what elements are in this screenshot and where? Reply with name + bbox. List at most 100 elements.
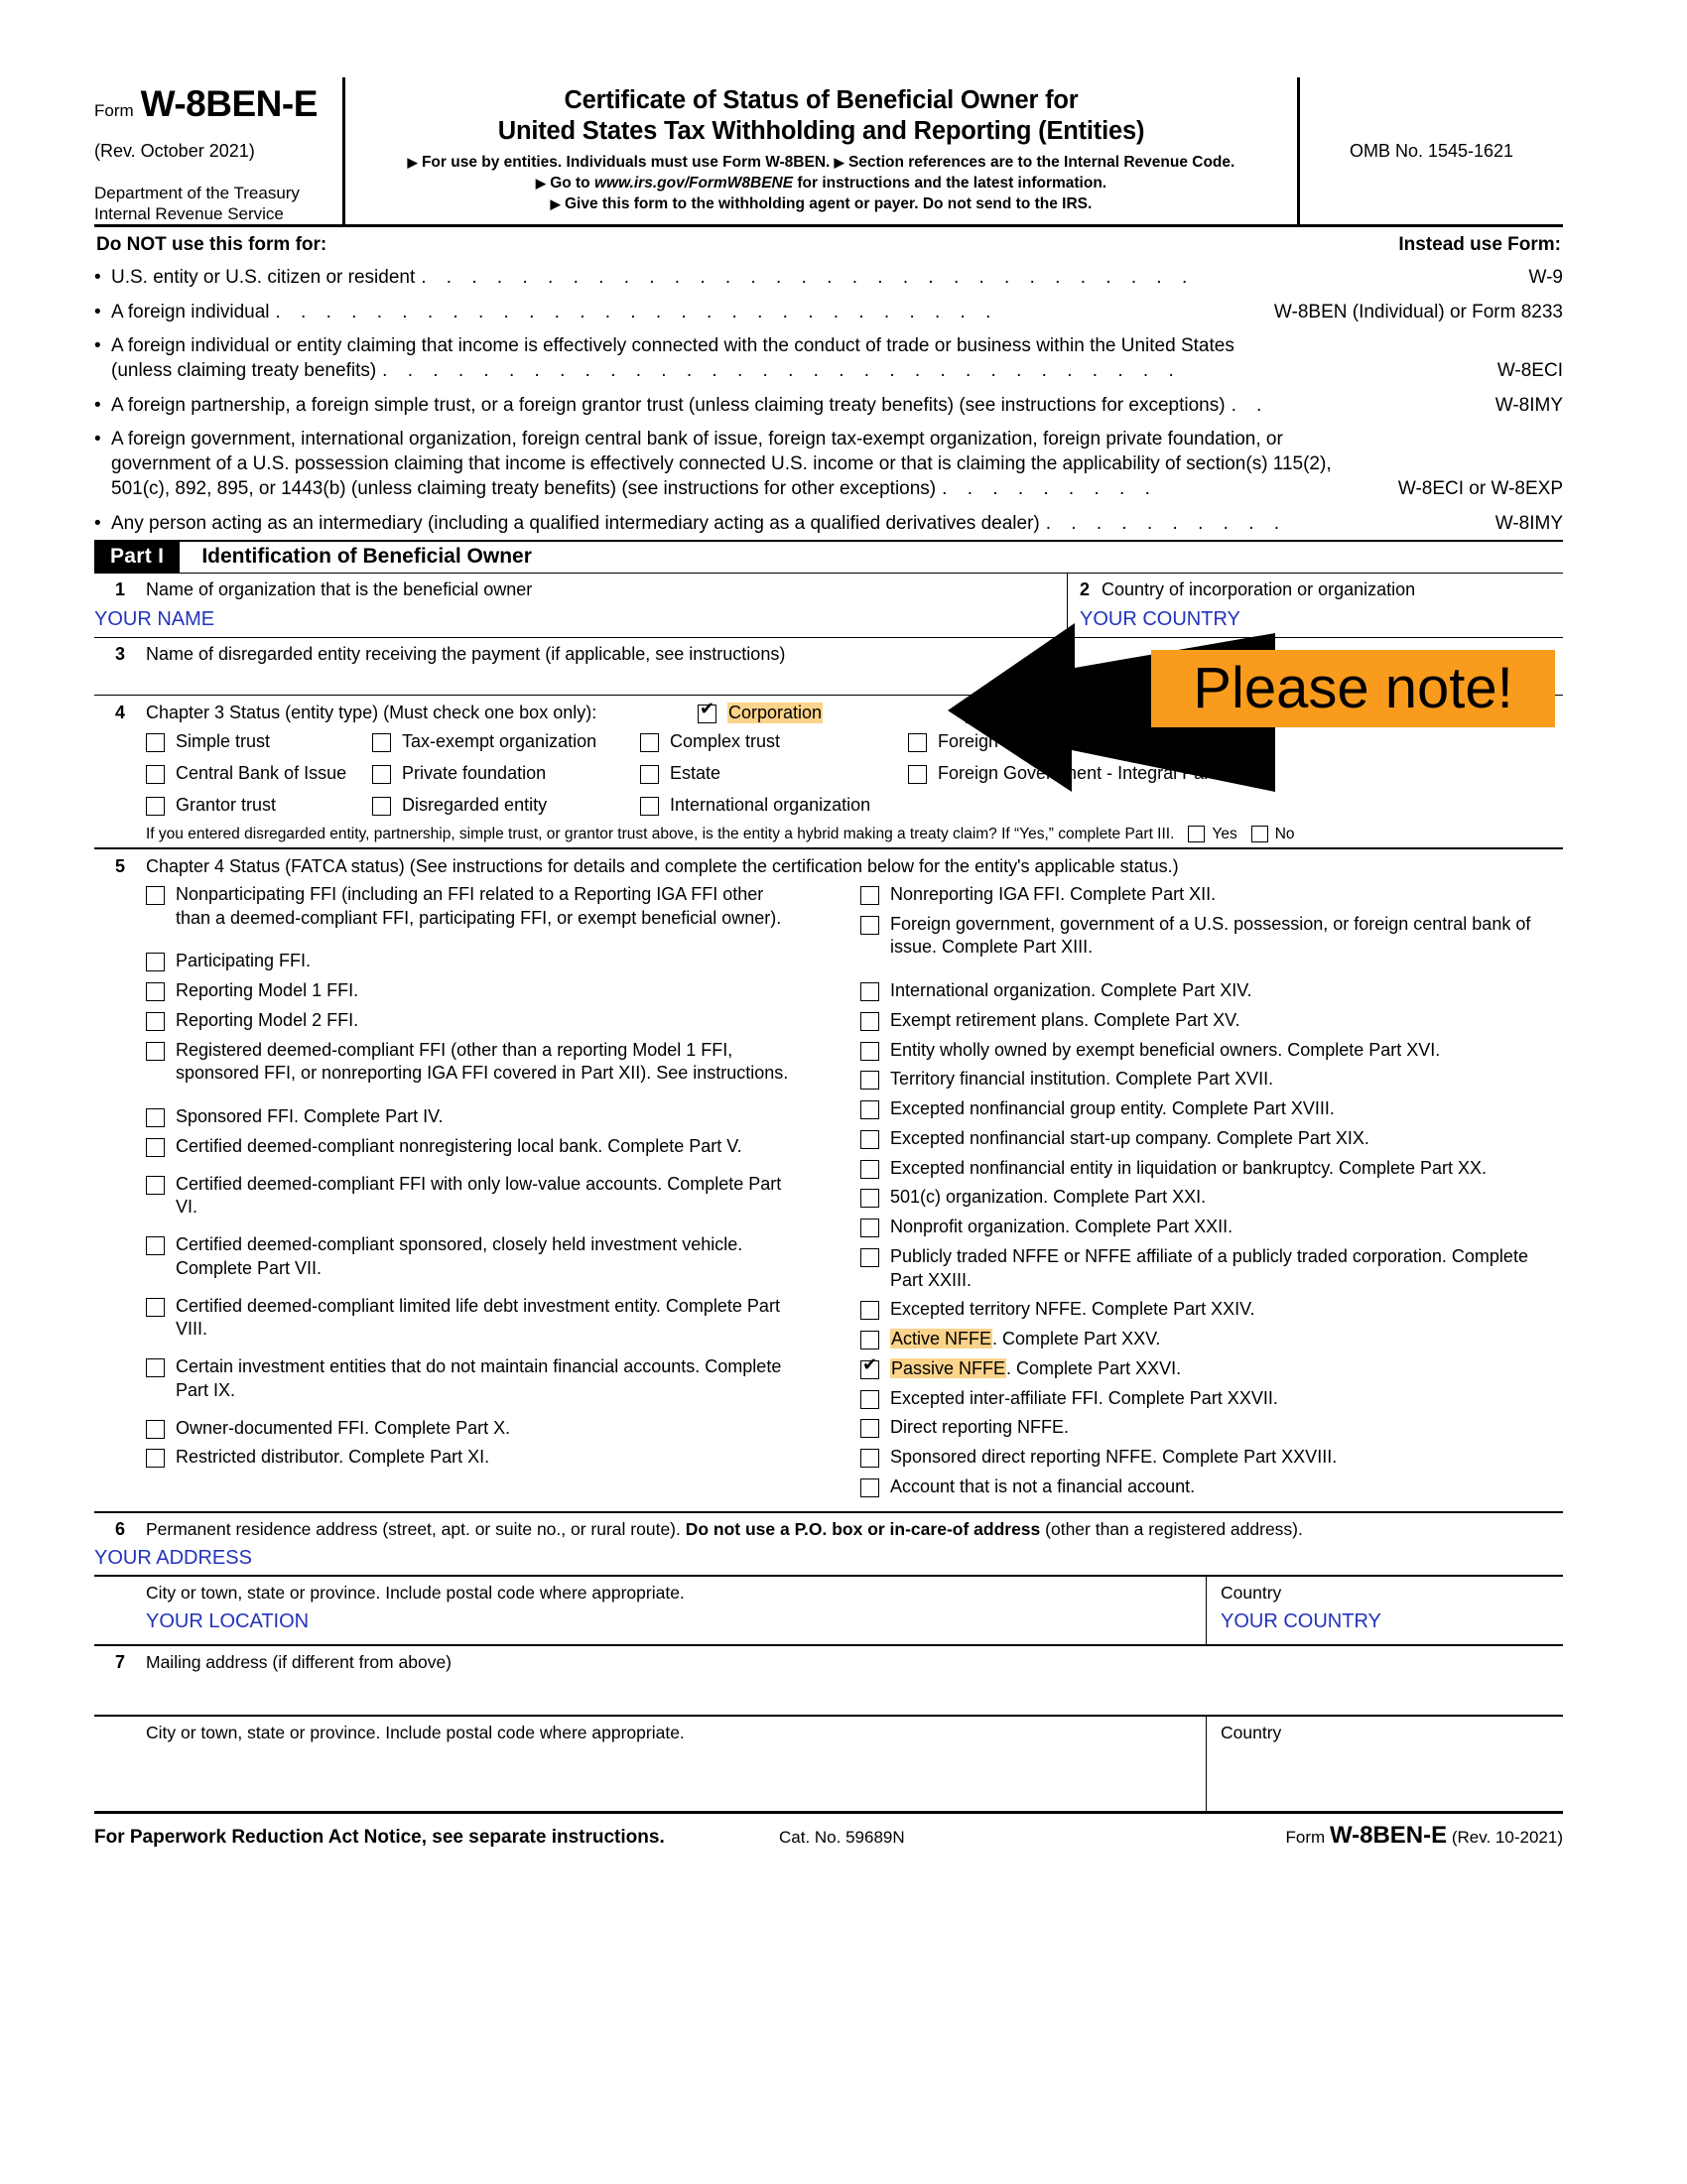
- city-value[interactable]: YOUR LOCATION: [146, 1604, 1206, 1638]
- checkbox-disregarded-entity[interactable]: Disregarded entity: [372, 795, 640, 816]
- country-value[interactable]: YOUR COUNTRY: [1221, 1604, 1563, 1638]
- checkbox-icon[interactable]: [908, 732, 927, 752]
- checkbox-icon[interactable]: [146, 1419, 165, 1439]
- checkbox-icon[interactable]: [860, 1100, 879, 1120]
- checkbox-passive-nffe[interactable]: Passive NFFE. Complete Part XXVI.: [860, 1355, 1563, 1381]
- checkbox-icon[interactable]: [908, 764, 927, 784]
- irs-url-link[interactable]: www.irs.gov/FormW8BENE: [594, 175, 793, 192]
- city-value[interactable]: [146, 1743, 1206, 1805]
- checkbox-icon[interactable]: [860, 982, 879, 1002]
- checkbox-icon[interactable]: [860, 1355, 879, 1379]
- checkbox-icon[interactable]: [640, 764, 659, 784]
- checkbox-publicly-traded-nffe[interactable]: Publicly traded NFFE or NFFE affiliate o…: [860, 1245, 1563, 1293]
- mailing-address-value[interactable]: [94, 1673, 1563, 1715]
- checkbox-certain-investment-entities[interactable]: Certain investment entities that do not …: [146, 1355, 789, 1403]
- checkbox-icon[interactable]: [860, 1129, 879, 1149]
- field-line-1[interactable]: 1 Name of organization that is the benefi…: [94, 574, 1067, 637]
- checkbox-estate[interactable]: Estate: [640, 763, 908, 784]
- country-value[interactable]: [1221, 1743, 1563, 1805]
- checkbox-excepted-nonfinancial-startup[interactable]: Excepted nonfinancial start-up company. …: [860, 1127, 1563, 1151]
- checkbox-participating-ffi[interactable]: Participating FFI.: [146, 950, 789, 973]
- checkbox-icon[interactable]: [860, 1011, 879, 1031]
- checkbox-icon[interactable]: [146, 732, 165, 752]
- checkbox-direct-reporting-nffe[interactable]: Direct reporting NFFE.: [860, 1416, 1563, 1440]
- checkbox-icon[interactable]: [860, 1189, 879, 1209]
- checkbox-grantor-trust[interactable]: Grantor trust: [146, 795, 372, 816]
- checkbox-icon[interactable]: [372, 796, 391, 816]
- checkbox-icon[interactable]: [146, 1297, 165, 1317]
- checkbox-excepted-territory-nffe[interactable]: Excepted territory NFFE. Complete Part X…: [860, 1298, 1563, 1322]
- checkbox-icon[interactable]: [146, 1137, 165, 1157]
- checkbox-icon[interactable]: [372, 764, 391, 784]
- checkbox-international-organization[interactable]: International organization: [640, 795, 908, 816]
- checkbox-entity-wholly-owned-exempt[interactable]: Entity wholly owned by exempt beneficial…: [860, 1039, 1563, 1063]
- checkbox-active-nffe[interactable]: Active NFFE. Complete Part XXV.: [860, 1328, 1563, 1351]
- checkbox-icon[interactable]: [640, 796, 659, 816]
- checkbox-icon[interactable]: [860, 1247, 879, 1267]
- checkbox-icon[interactable]: [640, 732, 659, 752]
- checkbox-icon[interactable]: [146, 885, 165, 905]
- checkbox-tax-exempt-organization[interactable]: Tax-exempt organization: [372, 731, 640, 752]
- checkbox-icon[interactable]: [860, 1041, 879, 1061]
- checkbox-nonparticipating-ffi[interactable]: Nonparticipating FFI (including an FFI r…: [146, 883, 789, 931]
- field-line-7[interactable]: 7 Mailing address (if different from abov…: [94, 1646, 1563, 1715]
- checkbox-account-not-financial-account[interactable]: Account that is not a financial account.: [860, 1476, 1563, 1499]
- checkbox-icon[interactable]: [860, 915, 879, 935]
- field-line-6[interactable]: 6 Permanent residence address (street, ap…: [94, 1513, 1563, 1575]
- checkbox-icon[interactable]: [146, 953, 165, 972]
- checkbox-sponsored-ffi[interactable]: Sponsored FFI. Complete Part IV.: [146, 1105, 789, 1129]
- checkbox-registered-deemed-compliant-ffi[interactable]: Registered deemed-compliant FFI (other t…: [146, 1039, 789, 1087]
- checkbox-exempt-retirement-plans[interactable]: Exempt retirement plans. Complete Part X…: [860, 1009, 1563, 1033]
- checkbox-icon[interactable]: [860, 1071, 879, 1091]
- checkbox-icon[interactable]: [146, 982, 165, 1002]
- checkbox-simple-trust[interactable]: Simple trust: [146, 731, 372, 752]
- checkbox-icon[interactable]: [860, 1159, 879, 1179]
- checkbox-certified-sponsored-closely-held[interactable]: Certified deemed-compliant sponsored, cl…: [146, 1233, 789, 1281]
- checkbox-icon[interactable]: [860, 1331, 879, 1350]
- checkbox-certified-nonregistering-local-bank[interactable]: Certified deemed-compliant nonregisterin…: [146, 1135, 789, 1159]
- checkbox-icon[interactable]: [860, 885, 879, 905]
- checkbox-excepted-nonfinancial-liquidation[interactable]: Excepted nonfinancial entity in liquidat…: [860, 1157, 1563, 1181]
- checkbox-icon[interactable]: [146, 1449, 165, 1469]
- checkbox-central-bank-of-issue[interactable]: Central Bank of Issue: [146, 763, 372, 784]
- city-cell-6[interactable]: City or town, state or province. Include…: [94, 1577, 1206, 1644]
- checkbox-certified-low-value-accounts[interactable]: Certified deemed-compliant FFI with only…: [146, 1173, 789, 1220]
- checkbox-icon[interactable]: [146, 1011, 165, 1031]
- checkbox-icon[interactable]: [146, 1236, 165, 1256]
- checkbox-nonreporting-iga-ffi[interactable]: Nonreporting IGA FFI. Complete Part XII.: [860, 883, 1563, 907]
- checkbox-icon[interactable]: [860, 1301, 879, 1321]
- checkbox-excepted-inter-affiliate-ffi[interactable]: Excepted inter-affiliate FFI. Complete P…: [860, 1387, 1563, 1411]
- checkbox-owner-documented-ffi[interactable]: Owner-documented FFI. Complete Part X.: [146, 1417, 789, 1441]
- checkbox-icon[interactable]: [146, 1041, 165, 1061]
- checkbox-icon[interactable]: [860, 1477, 879, 1497]
- checkbox-icon[interactable]: [146, 1108, 165, 1128]
- checkbox-reporting-model-2-ffi[interactable]: Reporting Model 2 FFI.: [146, 1009, 789, 1033]
- checkbox-complex-trust[interactable]: Complex trust: [640, 731, 908, 752]
- checkbox-nonprofit-organization[interactable]: Nonprofit organization. Complete Part XX…: [860, 1216, 1563, 1239]
- checkbox-restricted-distributor[interactable]: Restricted distributor. Complete Part XI…: [146, 1446, 789, 1470]
- checkbox-icon[interactable]: [146, 764, 165, 784]
- checkbox-icon[interactable]: [860, 1419, 879, 1439]
- checkbox-icon[interactable]: [1188, 826, 1206, 843]
- checkbox-corporation[interactable]: Corporation: [698, 700, 966, 723]
- checkbox-icon[interactable]: [1250, 826, 1268, 843]
- checkbox-excepted-nonfinancial-group[interactable]: Excepted nonfinancial group entity. Comp…: [860, 1097, 1563, 1121]
- checkbox-territory-financial-institution[interactable]: Territory financial institution. Complet…: [860, 1068, 1563, 1092]
- checkbox-icon[interactable]: [146, 796, 165, 816]
- checkbox-private-foundation[interactable]: Private foundation: [372, 763, 640, 784]
- checkbox-icon[interactable]: [860, 1389, 879, 1409]
- checkbox-icon[interactable]: [860, 1449, 879, 1469]
- checkbox-icon[interactable]: [146, 1358, 165, 1378]
- checkbox-icon[interactable]: [860, 1219, 879, 1238]
- checkbox-reporting-model-1-ffi[interactable]: Reporting Model 1 FFI.: [146, 979, 789, 1003]
- checkbox-certified-limited-life-debt[interactable]: Certified deemed-compliant limited life …: [146, 1295, 789, 1343]
- checkbox-foreign-government-central-bank[interactable]: Foreign government, government of a U.S.…: [860, 913, 1563, 961]
- checkbox-501c-organization[interactable]: 501(c) organization. Complete Part XXI.: [860, 1186, 1563, 1210]
- country-cell-7[interactable]: Country: [1206, 1716, 1563, 1811]
- checkbox-sponsored-direct-reporting-nffe[interactable]: Sponsored direct reporting NFFE. Complet…: [860, 1446, 1563, 1470]
- permanent-address-value[interactable]: YOUR ADDRESS: [94, 1540, 1563, 1575]
- checkbox-icon[interactable]: [372, 732, 391, 752]
- country-cell-6[interactable]: Country YOUR COUNTRY: [1206, 1576, 1563, 1644]
- checkbox-icon[interactable]: [698, 700, 716, 723]
- checkbox-icon[interactable]: [146, 1175, 165, 1195]
